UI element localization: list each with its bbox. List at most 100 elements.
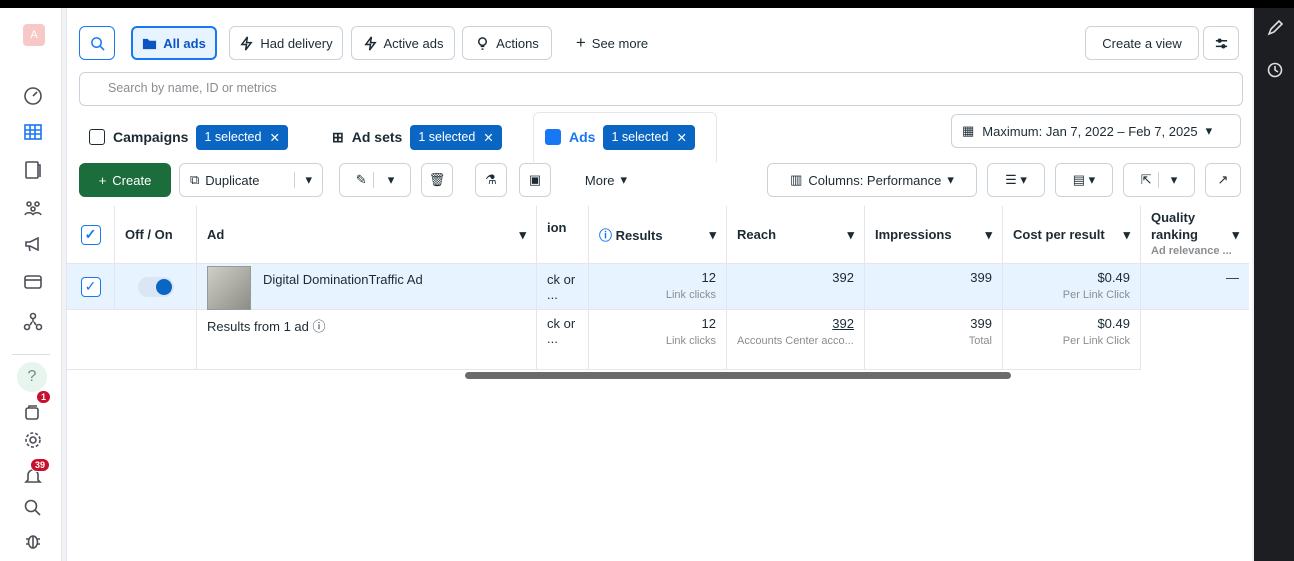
ads-manager-panel: All ads Had delivery Active ads Actions …: [66, 8, 1252, 561]
search-icon[interactable]: [21, 496, 45, 520]
close-icon[interactable]: ✕: [676, 130, 686, 145]
billing-icon[interactable]: [21, 270, 45, 294]
plus-icon: +: [575, 33, 586, 52]
table-icon[interactable]: [21, 120, 45, 144]
select-all-checkbox[interactable]: ✓: [80, 224, 101, 245]
main-area: All ads Had delivery Active ads Actions …: [62, 8, 1254, 561]
actions-button[interactable]: Actions: [462, 26, 552, 60]
chevron-down-icon: ▾: [1205, 123, 1213, 138]
ad-thumbnail: [207, 266, 251, 310]
rules-button[interactable]: ▣: [519, 163, 551, 197]
info-icon: ⓘ: [599, 228, 613, 243]
summary-reach-cell: 392 Accounts Center acco...: [727, 310, 865, 370]
create-button[interactable]: + Create: [79, 163, 171, 197]
calendar-icon: ▦: [962, 123, 975, 138]
plus-icon: +: [98, 172, 107, 188]
header-attribution[interactable]: ion: [537, 206, 589, 264]
chevron-down-icon: ▾: [1232, 226, 1239, 242]
breakdown-icon: ☰ ▾: [1005, 172, 1027, 187]
notifications-badge: 1: [36, 390, 52, 404]
summary-label-cell: Results from 1 ad ⓘ: [197, 310, 537, 370]
header-cost-per-result[interactable]: Cost per result ▾: [1003, 206, 1141, 264]
chevron-down-icon[interactable]: ▾: [1157, 172, 1177, 188]
ad-toggle[interactable]: [137, 276, 174, 297]
horizontal-scrollbar[interactable]: [465, 372, 1011, 379]
export-button[interactable]: ⇱ ▾: [1123, 163, 1195, 197]
campaigns-icon: [89, 129, 105, 145]
trash-icon: 🗑: [428, 172, 446, 187]
row-checkbox[interactable]: ✓: [80, 276, 101, 297]
megaphone-icon[interactable]: [21, 232, 45, 256]
bug-icon[interactable]: [21, 529, 45, 553]
breakdown-button[interactable]: ☰ ▾: [987, 163, 1045, 197]
see-more-button[interactable]: + See more: [567, 26, 657, 60]
summary-attribution-cell: ck or ...: [537, 310, 589, 370]
help-icon[interactable]: ?: [17, 362, 47, 392]
header-off-on[interactable]: Off / On: [115, 206, 197, 264]
pages-icon[interactable]: [21, 158, 45, 182]
divider: [12, 354, 50, 355]
duplicate-icon: ⧉: [190, 172, 200, 187]
columns-icon: ▥: [790, 172, 803, 187]
right-rail: [1254, 8, 1294, 561]
audiences-icon[interactable]: [21, 196, 45, 220]
duplicate-button[interactable]: ⧉ Duplicate ▾: [179, 163, 323, 197]
network-icon[interactable]: [21, 310, 45, 334]
reports-button[interactable]: ▤ ▾: [1055, 163, 1113, 197]
export-icon: ⇱: [1140, 172, 1152, 187]
tab-ad-sets[interactable]: ⊞ Ad sets 1 selected ✕: [332, 117, 502, 157]
more-button[interactable]: More ▾: [571, 163, 641, 197]
attribution-cell: ck or ...: [537, 264, 589, 310]
reports-icon: ▤ ▾: [1072, 172, 1096, 187]
header-quality-ranking[interactable]: Quality ranking Ad relevance ... ▾: [1141, 206, 1249, 264]
active-ads-button[interactable]: Active ads: [351, 26, 455, 60]
charts-button[interactable]: ↗: [1205, 163, 1241, 197]
search-button[interactable]: [79, 26, 115, 60]
cost-cell: $0.49 Per Link Click: [1003, 264, 1141, 310]
search-input[interactable]: Search by name, ID or metrics: [79, 72, 1243, 106]
pencil-icon[interactable]: [1267, 20, 1283, 36]
toggle-cell: [115, 264, 197, 310]
chevron-down-icon[interactable]: ▾: [294, 172, 322, 188]
delete-button[interactable]: 🗑: [421, 163, 453, 197]
header-reach[interactable]: Reach ▾: [727, 206, 865, 264]
chevron-down-icon: ▾: [1123, 226, 1130, 242]
create-view-button[interactable]: Create a view: [1085, 26, 1199, 60]
summary-results-cell: 12 Link clicks: [589, 310, 727, 370]
header-impressions[interactable]: Impressions ▾: [865, 206, 1003, 264]
chevron-down-icon[interactable]: ▾: [372, 172, 394, 188]
select-all-cell: ✓: [67, 206, 115, 264]
dashboard-icon[interactable]: [21, 84, 45, 108]
settings-icon[interactable]: [21, 428, 45, 452]
all-ads-button[interactable]: All ads: [131, 26, 217, 60]
reach-cell: 392: [727, 264, 865, 310]
ab-test-button[interactable]: ⚗: [475, 163, 507, 197]
ads-icon: [545, 129, 561, 145]
campaigns-selected-pill[interactable]: 1 selected ✕: [196, 124, 288, 150]
image-icon: ▣: [528, 172, 542, 187]
date-range-picker[interactable]: ▦ Maximum: Jan 7, 2022 – Feb 7, 2025 ▾: [951, 114, 1241, 148]
info-icon[interactable]: ⓘ: [313, 319, 326, 334]
tab-campaigns[interactable]: Campaigns 1 selected ✕: [89, 117, 288, 157]
ad-name-cell[interactable]: Digital DominationTraffic Ad: [197, 264, 537, 310]
tab-ads[interactable]: Ads 1 selected ✕: [545, 117, 695, 157]
chart-icon: ↗: [1217, 172, 1229, 187]
impressions-cell: 399: [865, 264, 1003, 310]
chevron-down-icon: ▾: [620, 172, 628, 187]
edit-button[interactable]: ✎ ▾: [339, 163, 411, 197]
summary-cost-cell: $0.49 Per Link Click: [1003, 310, 1141, 370]
header-ad[interactable]: Ad ▾: [197, 206, 537, 264]
chevron-down-icon: ▾: [519, 226, 526, 242]
header-results[interactable]: ⓘ Results ▾: [589, 206, 727, 264]
avatar[interactable]: A: [23, 24, 45, 46]
columns-button[interactable]: ▥ Columns: Performance ▾: [767, 163, 977, 197]
ads-selected-pill[interactable]: 1 selected ✕: [603, 124, 695, 150]
adsets-selected-pill[interactable]: 1 selected ✕: [410, 124, 502, 150]
close-icon[interactable]: ✕: [483, 130, 493, 145]
clock-icon[interactable]: [1267, 62, 1283, 78]
chevron-down-icon: ▾: [985, 226, 992, 242]
view-settings-button[interactable]: [1203, 26, 1239, 60]
close-icon[interactable]: ✕: [269, 130, 279, 145]
summary-spacer: [67, 310, 197, 370]
had-delivery-button[interactable]: Had delivery: [229, 26, 343, 60]
